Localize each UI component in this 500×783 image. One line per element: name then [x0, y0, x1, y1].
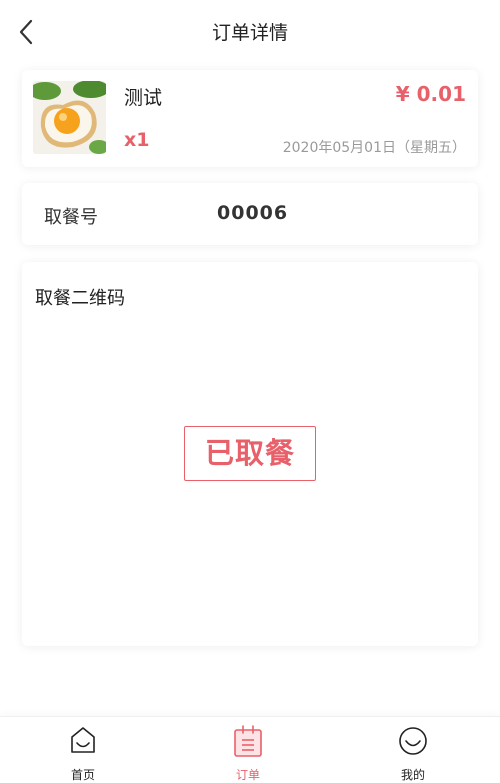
- bottom-tab-bar: 首页 订单 我的: [0, 716, 500, 783]
- page-title: 订单详情: [211, 22, 288, 44]
- pickup-number-card: 取餐号 00006: [22, 183, 478, 245]
- home-icon: [71, 727, 95, 753]
- product-quantity: x1: [124, 129, 150, 151]
- tab-orders[interactable]: 订单: [188, 717, 308, 783]
- pickup-qr-card: 取餐二维码 已取餐: [22, 262, 478, 646]
- tab-home-label: 首页: [70, 768, 95, 782]
- tab-me[interactable]: 我的: [353, 717, 473, 783]
- smile-icon: [399, 727, 427, 755]
- qr-section-title: 取餐二维码: [35, 288, 125, 309]
- order-detail-page: 订单详情 测试 ¥ 0.01 x1 2020年05月01日（星期五） 取餐号 0…: [0, 0, 500, 783]
- product-image: [33, 81, 106, 154]
- pickup-number-value: 00006: [217, 202, 289, 224]
- product-name: 测试: [124, 87, 163, 109]
- pickup-number-label: 取餐号: [44, 207, 98, 228]
- tab-me-label: 我的: [400, 768, 425, 782]
- order-date: 2020年05月01日（星期五）: [282, 140, 466, 156]
- product-price: ¥ 0.01: [395, 82, 466, 106]
- header-bar: 订单详情: [0, 0, 500, 62]
- picked-up-stamp: 已取餐: [184, 426, 316, 481]
- order-icon: [234, 725, 262, 757]
- order-item-card: 测试 ¥ 0.01 x1 2020年05月01日（星期五）: [22, 70, 478, 167]
- tab-orders-label: 订单: [235, 768, 260, 782]
- tab-home[interactable]: 首页: [23, 717, 143, 783]
